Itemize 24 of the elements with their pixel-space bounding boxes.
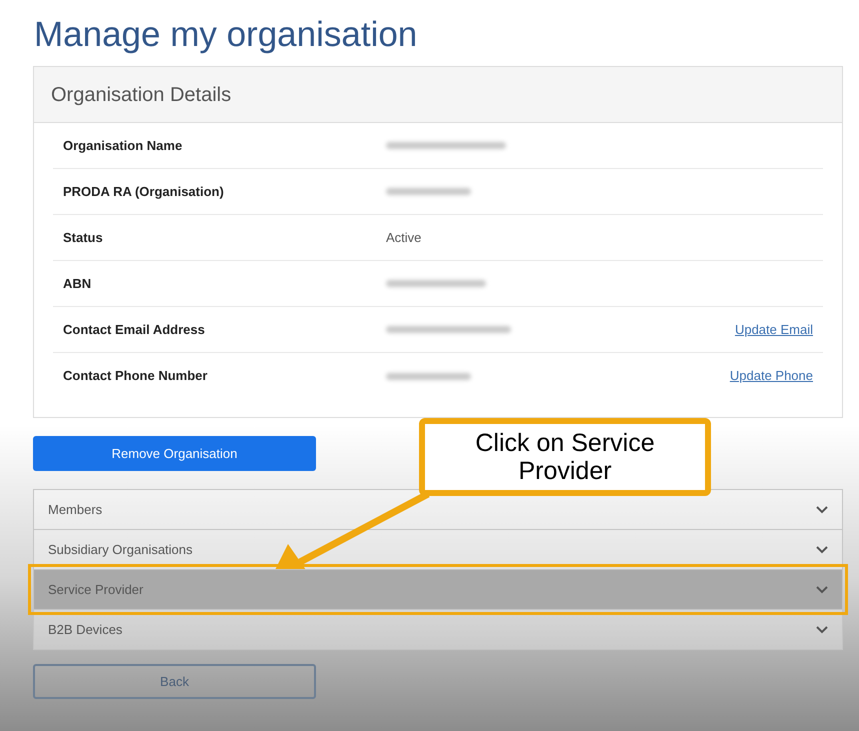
field-label: Organisation Name xyxy=(63,136,184,155)
field-label: ABN xyxy=(63,274,92,293)
section-label: Service Provider xyxy=(48,580,144,599)
accordion-row[interactable]: B2B Devices xyxy=(33,609,843,650)
remove-organisation-button[interactable]: Remove Organisation xyxy=(33,436,316,471)
chevron-icon xyxy=(816,586,828,594)
back-button[interactable]: Back xyxy=(33,664,316,699)
card-title: Organisation Details xyxy=(51,82,232,108)
update-link[interactable]: Update Phone xyxy=(730,366,813,386)
section-label: Members xyxy=(48,500,102,519)
field-label: PRODA RA (Organisation) xyxy=(63,182,225,201)
field-label: Contact Phone Number xyxy=(63,367,208,386)
update-link[interactable]: Update Email xyxy=(734,320,813,340)
chevron-icon xyxy=(816,546,828,554)
section-label: B2B Devices xyxy=(48,620,122,639)
chevron-icon xyxy=(816,506,828,514)
page-title: Manage my organisation xyxy=(34,14,418,56)
chevron-icon xyxy=(816,626,828,634)
field-label: Contact Email Address xyxy=(63,320,206,339)
callout-text: Click on Service Provider xyxy=(474,429,656,485)
field-label: Status xyxy=(63,228,104,247)
field-value: Active xyxy=(386,228,422,247)
accordion-row[interactable]: Members xyxy=(33,489,843,530)
section-label: Subsidiary Organisations xyxy=(48,540,193,559)
